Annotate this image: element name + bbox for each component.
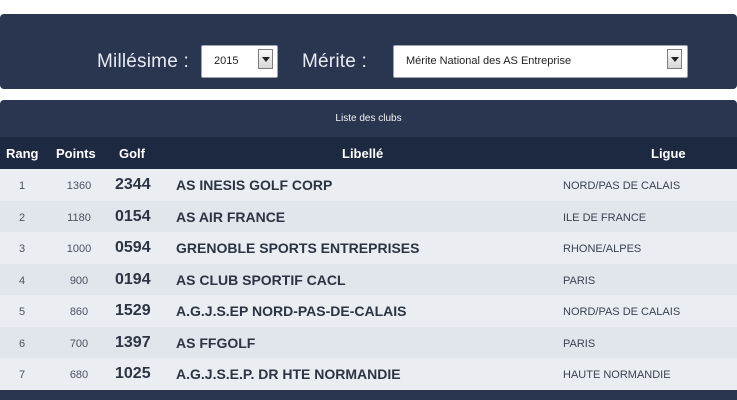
table-row[interactable]: 6 700 1397 AS FFGOLF PARIS xyxy=(0,326,737,358)
table-row[interactable]: 5 860 1529 A.G.J.S.EP NORD-PAS-DE-CALAIS… xyxy=(0,295,737,327)
table-row[interactable]: 4 900 0194 AS CLUB SPORTIF CACL PARIS xyxy=(0,263,737,295)
league-cell: NORD/PAS DE CALAIS xyxy=(563,180,681,192)
golf-code-cell: 2344 xyxy=(115,176,151,193)
millesime-selected-value: 2015 xyxy=(214,55,239,67)
millesime-label: Millésime : xyxy=(97,51,189,72)
millesime-select[interactable]: 2015 xyxy=(201,45,278,78)
points-cell: 860 xyxy=(69,306,89,318)
column-header-golf[interactable]: Golf xyxy=(119,146,145,161)
filter-bar: Millésime : 2015 Mérite : Mérite Nationa… xyxy=(0,14,737,89)
golf-code-cell: 1529 xyxy=(115,302,151,319)
league-cell: NORD/PAS DE CALAIS xyxy=(563,306,681,318)
league-cell: HAUTE NORMANDIE xyxy=(563,369,671,381)
column-header-ligue[interactable]: Ligue xyxy=(651,146,686,161)
rank-cell: 7 xyxy=(18,369,26,381)
rank-cell: 3 xyxy=(18,243,26,255)
rank-cell: 2 xyxy=(18,211,26,224)
table-row[interactable]: 2 1180 0154 AS AIR FRANCE ILE DE FRANCE xyxy=(0,200,737,232)
column-header-rang[interactable]: Rang xyxy=(6,146,39,161)
club-table-body: 1 1360 2344 AS INESIS GOLF CORP NORD/PAS… xyxy=(0,169,737,390)
table-row[interactable]: 1 1360 2344 AS INESIS GOLF CORP NORD/PAS… xyxy=(0,169,737,201)
rank-cell: 4 xyxy=(18,274,26,287)
golf-code-cell: 0154 xyxy=(115,207,151,225)
rank-cell: 5 xyxy=(18,306,26,318)
golf-code-cell: 0194 xyxy=(115,270,151,288)
table-header: Rang Points Golf Libellé Ligue xyxy=(0,137,737,169)
club-name-cell: A.G.J.S.E.P. DR HTE NORMANDIE xyxy=(176,366,401,382)
league-cell: PARIS xyxy=(563,274,596,287)
league-cell: RHONE/ALPES xyxy=(563,243,642,255)
points-cell: 1000 xyxy=(66,243,92,255)
panel-title: Liste des clubs xyxy=(335,113,402,124)
table-row[interactable]: 7 680 1025 A.G.J.S.E.P. DR HTE NORMANDIE… xyxy=(0,358,737,390)
points-cell: 700 xyxy=(69,337,89,350)
merite-label: Mérite : xyxy=(302,51,367,72)
column-header-points[interactable]: Points xyxy=(56,146,96,161)
club-name-cell: GRENOBLE SPORTS ENTREPRISES xyxy=(176,240,420,256)
points-cell: 1360 xyxy=(66,180,92,192)
merite-select[interactable]: Mérite National des AS Entreprise xyxy=(393,45,688,78)
chevron-down-icon[interactable] xyxy=(667,49,682,69)
points-cell: 900 xyxy=(69,274,89,287)
golf-code-cell: 1397 xyxy=(115,333,151,351)
league-cell: PARIS xyxy=(563,337,596,350)
golf-code-cell: 0594 xyxy=(115,239,151,256)
golf-code-cell: 1025 xyxy=(115,365,151,382)
column-header-libelle[interactable]: Libellé xyxy=(342,146,383,161)
club-name-cell: AS CLUB SPORTIF CACL xyxy=(176,271,346,288)
points-cell: 1180 xyxy=(67,211,91,224)
merite-selected-value: Mérite National des AS Entreprise xyxy=(406,55,572,67)
league-cell: ILE DE FRANCE xyxy=(563,211,647,224)
club-name-cell: A.G.J.S.EP NORD-PAS-DE-CALAIS xyxy=(176,303,407,319)
club-list-panel: Liste des clubs Rang Points Golf Libellé… xyxy=(0,100,737,400)
chevron-down-icon[interactable] xyxy=(258,49,273,69)
rank-cell: 6 xyxy=(18,337,26,350)
points-cell: 680 xyxy=(69,369,89,381)
club-name-cell: AS FFGOLF xyxy=(176,334,256,351)
rank-cell: 1 xyxy=(18,180,26,192)
club-name-cell: AS INESIS GOLF CORP xyxy=(176,177,333,193)
table-row[interactable]: 3 1000 0594 GRENOBLE SPORTS ENTREPRISES … xyxy=(0,232,737,264)
club-name-cell: AS AIR FRANCE xyxy=(176,208,286,225)
